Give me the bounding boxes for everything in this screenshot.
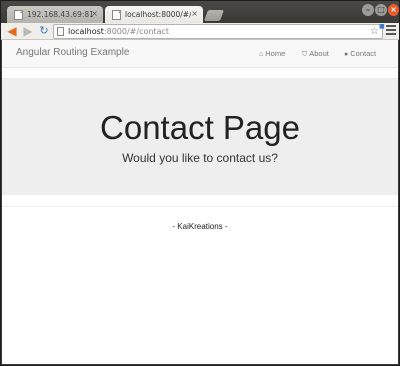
divider bbox=[2, 206, 398, 207]
nav-link-home[interactable]: ⌂ Home bbox=[259, 49, 285, 58]
browser-toolbar: ◀ ▶ ↻ localhost:8000/#/contact ☆ ■ bbox=[1, 23, 399, 40]
address-path: :8000/#/contact bbox=[103, 27, 170, 36]
forward-arrow-icon[interactable]: ▶ bbox=[21, 24, 35, 38]
address-host: localhost bbox=[68, 27, 104, 36]
home-icon: ⌂ bbox=[259, 51, 264, 58]
navbar-brand[interactable]: Angular Routing Example bbox=[16, 47, 129, 58]
tab-close-icon[interactable]: × bbox=[191, 9, 198, 18]
address-bar[interactable]: localhost:8000/#/contact ☆ bbox=[53, 24, 383, 39]
nav-link-label: About bbox=[309, 49, 329, 58]
tab-active[interactable]: localhost:8000/#/con × bbox=[105, 6, 203, 23]
tab-strip: 192.168.43.69:8100 × localhost:8000/#/co… bbox=[1, 1, 399, 23]
hamburger-menu-icon[interactable] bbox=[386, 25, 396, 37]
star-icon[interactable]: ☆ bbox=[370, 25, 379, 38]
shield-icon: ⛉ bbox=[302, 51, 308, 58]
back-arrow-icon[interactable]: ◀ bbox=[5, 24, 19, 38]
nav-link-label: Contact bbox=[350, 49, 377, 58]
page-viewport: Angular Routing Example ⌂ Home ⛉ About ● Co… bbox=[2, 40, 398, 364]
comment-icon: ● bbox=[344, 51, 349, 58]
page-favicon-icon bbox=[14, 10, 23, 20]
page-icon bbox=[57, 27, 64, 36]
extension-badge-icon[interactable]: ■ bbox=[379, 23, 385, 30]
reload-icon[interactable]: ↻ bbox=[37, 24, 51, 38]
new-tab-button[interactable] bbox=[203, 10, 225, 21]
site-navbar: Angular Routing Example ⌂ Home ⛉ About ● Co… bbox=[2, 40, 398, 68]
jumbotron: Contact Page Would you like to contact u… bbox=[2, 78, 398, 195]
window-maximize-button[interactable]: □ bbox=[375, 4, 387, 16]
tab-close-icon[interactable]: × bbox=[91, 9, 98, 18]
tab-label: localhost:8000/#/con bbox=[125, 10, 191, 19]
tab-inactive[interactable]: 192.168.43.69:8100 × bbox=[7, 6, 103, 23]
page-title: Contact Page bbox=[100, 109, 300, 146]
nav-link-contact[interactable]: ● Contact bbox=[344, 49, 376, 58]
tab-label: 192.168.43.69:8100 bbox=[27, 10, 93, 19]
window-minimize-button[interactable]: – bbox=[362, 4, 374, 16]
window-close-button[interactable]: × bbox=[388, 4, 399, 16]
browser-window: 192.168.43.69:8100 × localhost:8000/#/co… bbox=[0, 0, 400, 366]
page-favicon-icon bbox=[112, 10, 121, 20]
page-subtitle: Would you like to contact us? bbox=[122, 151, 278, 165]
footer-text: - KaiKreations - bbox=[172, 222, 228, 231]
nav-link-about[interactable]: ⛉ About bbox=[302, 49, 329, 59]
nav-link-label: Home bbox=[265, 49, 286, 58]
